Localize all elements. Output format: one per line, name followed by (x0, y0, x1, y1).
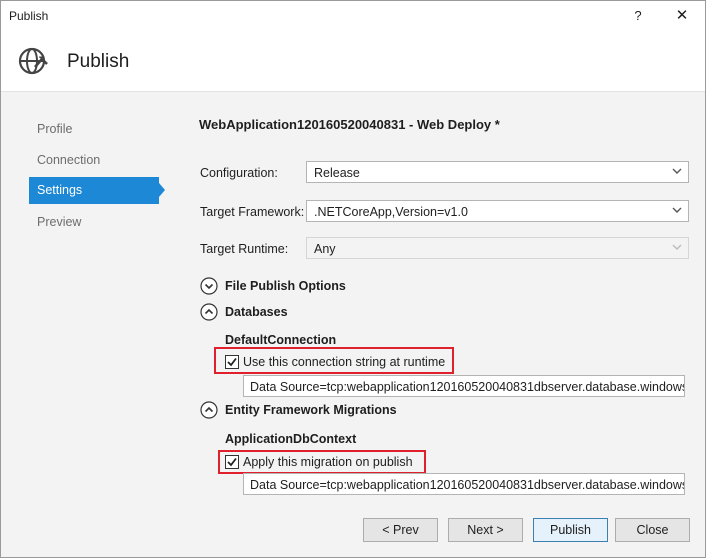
default-connection-string-input[interactable]: Data Source=tcp:webapplication1201605200… (243, 375, 685, 397)
target-runtime-select: Any (306, 237, 689, 259)
header-title: Publish (67, 51, 130, 72)
ef-connection-string-input[interactable]: Data Source=tcp:webapplication1201605200… (243, 473, 685, 495)
databases-label: Databases (225, 305, 288, 319)
nav-item-settings-label: Settings (37, 183, 83, 197)
close-button[interactable]: Close (615, 518, 690, 542)
globe-publish-icon (17, 45, 49, 80)
help-button[interactable]: ? (623, 4, 653, 28)
use-connection-string-checkbox-row[interactable]: Use this connection string at runtime (225, 355, 445, 371)
profile-title: WebApplication120160520040831 - Web Depl… (199, 117, 500, 132)
target-framework-value: .NETCoreApp,Version=v1.0 (314, 205, 468, 219)
collapse-chevron-icon[interactable] (200, 303, 218, 321)
next-button[interactable]: Next > (448, 518, 523, 542)
nav-item-profile[interactable]: Profile (37, 122, 72, 136)
checkmark-icon (227, 457, 237, 467)
chevron-down-icon (672, 207, 682, 213)
apply-migration-checkbox[interactable] (225, 455, 239, 469)
file-publish-options-label: File Publish Options (225, 279, 346, 293)
checkmark-icon (227, 357, 237, 367)
dialog-header: Publish (1, 31, 705, 92)
configuration-value: Release (314, 166, 360, 180)
publish-dialog: Publish ? ✕ Publish Profile Connection S… (0, 0, 706, 558)
prev-button[interactable]: < Prev (363, 518, 438, 542)
use-connection-string-label: Use this connection string at runtime (243, 355, 446, 369)
default-connection-label: DefaultConnection (225, 333, 337, 347)
expand-chevron-icon[interactable] (200, 277, 218, 295)
nav-item-preview[interactable]: Preview (37, 215, 81, 229)
window-title: Publish (9, 9, 49, 23)
apply-migration-checkbox-row[interactable]: Apply this migration on publish (225, 455, 415, 471)
default-connection-string-value: Data Source=tcp:webapplication1201605200… (250, 380, 685, 394)
selection-arrow-icon (159, 183, 165, 197)
publish-button[interactable]: Publish (533, 518, 608, 542)
title-bar: Publish ? ✕ (1, 1, 705, 31)
configuration-label: Configuration: (200, 166, 278, 180)
apply-migration-label: Apply this migration on publish (243, 455, 413, 469)
use-connection-string-checkbox[interactable] (225, 355, 239, 369)
target-framework-select[interactable]: .NETCoreApp,Version=v1.0 (306, 200, 689, 222)
target-framework-label: Target Framework: (200, 205, 305, 219)
ef-connection-string-value: Data Source=tcp:webapplication1201605200… (250, 478, 685, 492)
target-runtime-value: Any (314, 242, 336, 256)
configuration-select[interactable]: Release (306, 161, 689, 183)
chevron-down-icon (672, 244, 682, 250)
nav-item-settings[interactable]: Settings (29, 177, 165, 204)
nav-item-connection[interactable]: Connection (37, 153, 100, 167)
chevron-down-icon (672, 168, 682, 174)
application-db-context-label: ApplicationDbContext (225, 432, 357, 446)
ef-migrations-label: Entity Framework Migrations (225, 403, 397, 417)
close-window-button[interactable]: ✕ (665, 4, 699, 28)
collapse-chevron-icon[interactable] (200, 401, 218, 419)
target-runtime-label: Target Runtime: (200, 242, 289, 256)
